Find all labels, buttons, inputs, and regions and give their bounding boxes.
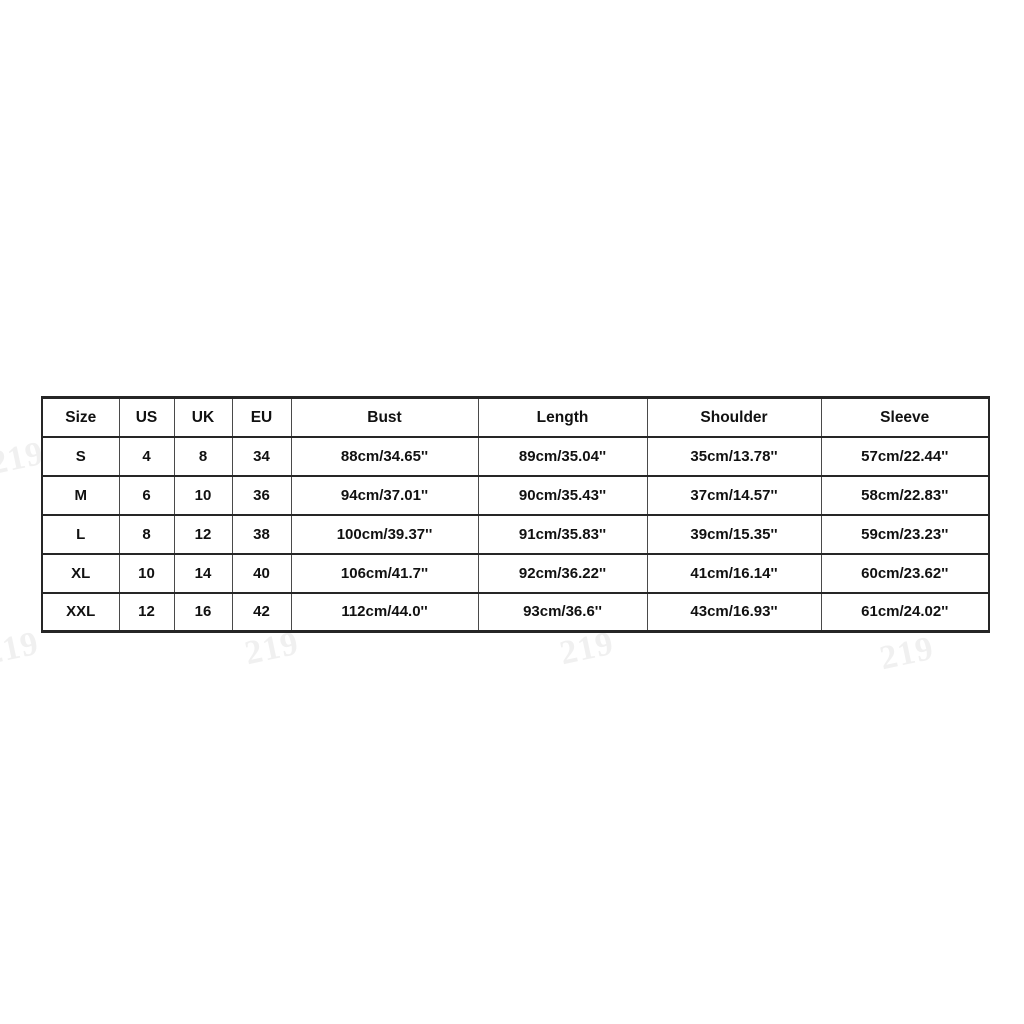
cell-length: 89cm/35.04'' [477, 435, 648, 477]
watermark-text: 219 [876, 629, 938, 678]
cell-uk: 10 [173, 474, 233, 516]
cell-shoulder: 35cm/13.78'' [646, 435, 822, 477]
cell-size: M [41, 474, 120, 516]
cell-sleeve: 60cm/23.62'' [820, 552, 990, 594]
table-row: L 8 12 38 100cm/39.37'' 91cm/35.83'' 39c… [41, 513, 990, 555]
column-header-bust: Bust [290, 396, 479, 438]
column-header-length: Length [477, 396, 648, 438]
column-header-eu: EU [231, 396, 292, 438]
cell-uk: 14 [173, 552, 233, 594]
watermark-text: 219 [0, 624, 43, 673]
cell-uk: 12 [173, 513, 233, 555]
cell-sleeve: 58cm/22.83'' [820, 474, 990, 516]
table-row: XXL 12 16 42 112cm/44.0'' 93cm/36.6'' 43… [41, 591, 990, 633]
cell-length: 93cm/36.6'' [477, 591, 648, 633]
cell-length: 92cm/36.22'' [477, 552, 648, 594]
cell-us: 4 [118, 435, 175, 477]
column-header-size: Size [41, 396, 120, 438]
cell-size: XXL [41, 591, 120, 633]
column-header-us: US [118, 396, 175, 438]
size-chart-figure: Size US UK EU Bust Length Shoulder Sleev… [41, 396, 990, 633]
cell-eu: 34 [231, 435, 292, 477]
table-row: XL 10 14 40 106cm/41.7'' 92cm/36.22'' 41… [41, 552, 990, 594]
cell-uk: 8 [173, 435, 233, 477]
table-row: M 6 10 36 94cm/37.01'' 90cm/35.43'' 37cm… [41, 474, 990, 516]
cell-sleeve: 57cm/22.44'' [820, 435, 990, 477]
cell-shoulder: 41cm/16.14'' [646, 552, 822, 594]
cell-us: 8 [118, 513, 175, 555]
cell-bust: 88cm/34.65'' [290, 435, 479, 477]
size-chart-table: Size US UK EU Bust Length Shoulder Sleev… [41, 396, 990, 633]
table-row: S 4 8 34 88cm/34.65'' 89cm/35.04'' 35cm/… [41, 435, 990, 477]
cell-bust: 106cm/41.7'' [290, 552, 479, 594]
cell-sleeve: 59cm/23.23'' [820, 513, 990, 555]
cell-bust: 94cm/37.01'' [290, 474, 479, 516]
cell-eu: 40 [231, 552, 292, 594]
cell-uk: 16 [173, 591, 233, 633]
table-header-row: Size US UK EU Bust Length Shoulder Sleev… [41, 396, 990, 438]
cell-bust: 112cm/44.0'' [290, 591, 479, 633]
cell-sleeve: 61cm/24.02'' [820, 591, 990, 633]
cell-shoulder: 43cm/16.93'' [646, 591, 822, 633]
cell-us: 12 [118, 591, 175, 633]
cell-shoulder: 39cm/15.35'' [646, 513, 822, 555]
column-header-sleeve: Sleeve [820, 396, 990, 438]
cell-size: XL [41, 552, 120, 594]
cell-eu: 42 [231, 591, 292, 633]
cell-us: 10 [118, 552, 175, 594]
cell-shoulder: 37cm/14.57'' [646, 474, 822, 516]
cell-length: 90cm/35.43'' [477, 474, 648, 516]
cell-length: 91cm/35.83'' [477, 513, 648, 555]
column-header-uk: UK [173, 396, 233, 438]
column-header-shoulder: Shoulder [646, 396, 822, 438]
cell-us: 6 [118, 474, 175, 516]
cell-size: S [41, 435, 120, 477]
cell-bust: 100cm/39.37'' [290, 513, 479, 555]
cell-eu: 36 [231, 474, 292, 516]
cell-size: L [41, 513, 120, 555]
cell-eu: 38 [231, 513, 292, 555]
